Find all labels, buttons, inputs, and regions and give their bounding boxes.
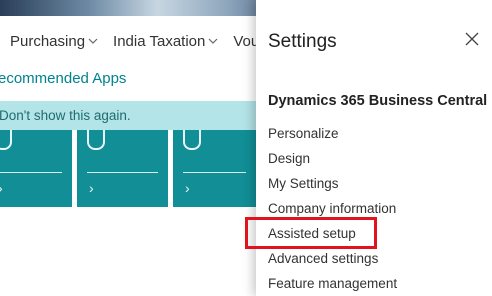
settings-panel: Settings Dynamics 365 Business Central P…	[256, 0, 492, 296]
tile-value	[87, 130, 105, 150]
chevron-right-icon: ›	[89, 180, 94, 196]
menu-item-design[interactable]: Design	[268, 146, 397, 171]
tile-divider	[183, 172, 246, 173]
menu-item-advanced-settings[interactable]: Advanced settings	[268, 246, 397, 271]
menu-item-personalize[interactable]: Personalize	[268, 121, 397, 146]
kpi-tile[interactable]: ›	[77, 130, 168, 207]
kpi-tile[interactable]: ›	[173, 130, 256, 207]
close-icon	[465, 32, 479, 46]
chevron-right-icon: ›	[185, 180, 190, 196]
chevron-down-icon	[88, 38, 98, 44]
settings-title: Settings	[268, 31, 337, 52]
menu-item-feature-management[interactable]: Feature management	[268, 271, 397, 296]
chevron-down-icon	[208, 38, 218, 44]
nav-item-label: Purchasing	[10, 32, 86, 50]
close-button[interactable]	[462, 29, 482, 49]
product-name: Dynamics 365 Business Central	[268, 93, 488, 109]
dont-show-again-link[interactable]: Don't show this again.	[0, 108, 131, 123]
tile-value	[0, 130, 12, 150]
tile-value	[183, 130, 201, 150]
chevron-right-icon: ›	[0, 180, 3, 196]
highlight-box	[245, 217, 377, 249]
tile-divider	[0, 172, 62, 173]
nav-item-india-taxation[interactable]: India Taxation	[113, 33, 219, 50]
settings-menu: Personalize Design My Settings Company i…	[268, 121, 397, 296]
nav-item-label: India Taxation	[113, 32, 206, 50]
kpi-tile[interactable]: ›	[0, 130, 72, 207]
tile-divider	[87, 172, 158, 173]
notice-bar: Don't show this again.	[0, 101, 256, 130]
recommended-apps-link[interactable]: ecommended Apps	[0, 70, 126, 87]
nav-item-purchasing[interactable]: Purchasing	[10, 33, 99, 50]
menu-item-my-settings[interactable]: My Settings	[268, 171, 397, 196]
